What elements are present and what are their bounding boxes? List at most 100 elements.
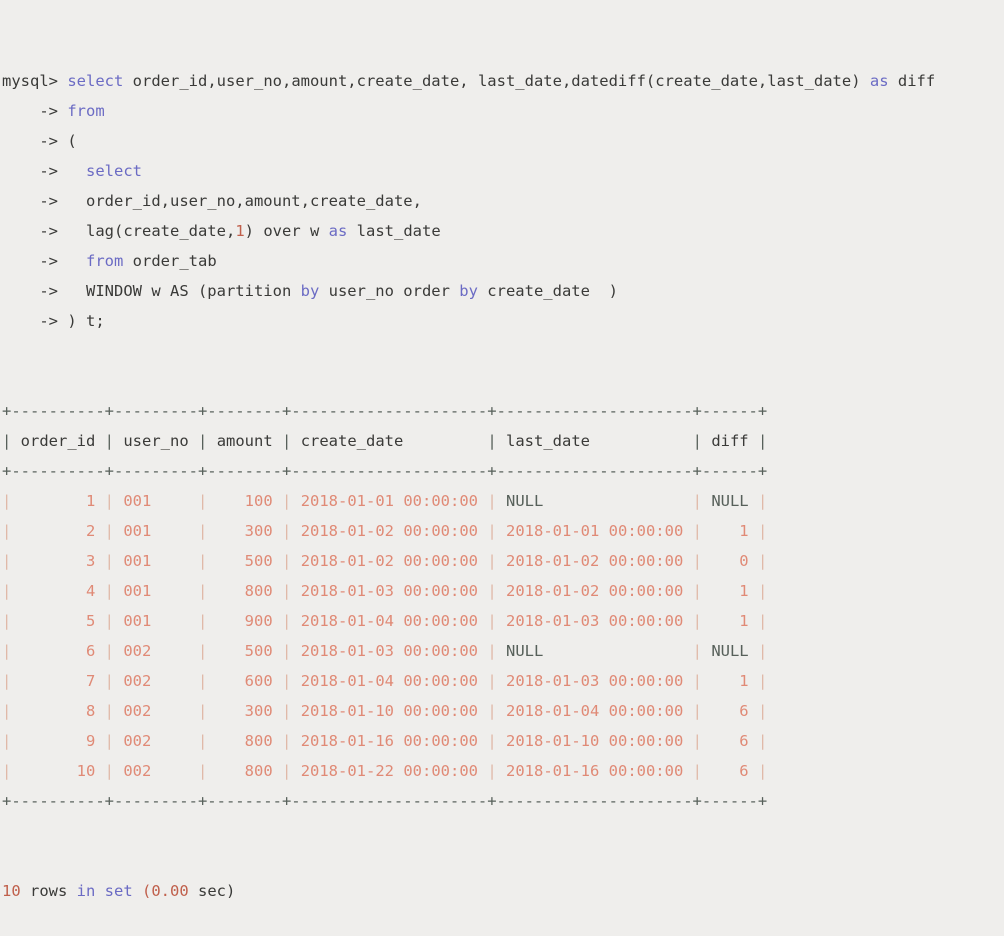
cell-last_date: 2018-01-02 00:00:00 [496, 582, 693, 600]
cell-order_id: 5 [11, 612, 105, 630]
cell-divider: | [2, 432, 12, 450]
sql-text: WINDOW w AS (partition [58, 282, 301, 300]
cell-user_no: 001 [114, 522, 199, 540]
cell-divider: | [198, 492, 208, 510]
sql-keyword: as [328, 222, 348, 240]
continuation-arrow: -> [2, 252, 58, 270]
cell-divider: | [104, 762, 115, 780]
cell-divider: | [282, 552, 292, 570]
cell-divider: | [104, 582, 115, 600]
column-header-user_no: user_no [114, 432, 199, 450]
table-row: | 7 | 002 | 600 | 2018-01-04 00:00:00 | … [2, 666, 1004, 696]
cell-divider: | [757, 702, 768, 720]
cell-divider: | [104, 642, 115, 660]
cell-create_date: 2018-01-04 00:00:00 [291, 612, 488, 630]
continuation-line: -> ( [2, 126, 1004, 156]
table-row: | 2 | 001 | 300 | 2018-01-02 00:00:00 | … [2, 516, 1004, 546]
continuation-line: -> WINDOW w AS (partition by user_no ord… [2, 276, 1004, 306]
continuation-arrow: -> [2, 282, 58, 300]
status-rows-word: rows [20, 882, 77, 900]
cell-divider: | [692, 762, 702, 780]
cell-user_no: 001 [114, 582, 199, 600]
sql-text: order_id,user_no,amount,create_date, las… [123, 72, 870, 90]
cell-order_id: 3 [11, 552, 105, 570]
cell-divider: | [198, 732, 208, 750]
cell-order_id: 4 [11, 582, 105, 600]
cell-user_no: 002 [114, 672, 199, 690]
cell-diff: NULL [701, 642, 758, 660]
cell-amount: 600 [207, 672, 283, 690]
cell-create_date: 2018-01-22 00:00:00 [291, 762, 488, 780]
sql-text: lag(create_date, [58, 222, 236, 240]
cell-divider: | [757, 582, 768, 600]
cell-divider: | [757, 672, 768, 690]
cell-divider: | [487, 432, 497, 450]
status-row-count: 10 [2, 882, 21, 900]
cell-divider: | [282, 672, 292, 690]
cell-divider: | [198, 432, 208, 450]
cell-divider: | [282, 582, 292, 600]
cell-divider: | [198, 702, 208, 720]
cell-divider: | [104, 672, 115, 690]
cell-divider: | [282, 762, 292, 780]
cell-divider: | [282, 522, 292, 540]
cell-divider: | [2, 672, 12, 690]
cell-divider: | [692, 672, 702, 690]
mysql-terminal[interactable]: mysql> select order_id,user_no,amount,cr… [0, 0, 1004, 936]
cell-last_date: 2018-01-03 00:00:00 [496, 612, 693, 630]
cell-amount: 800 [207, 732, 283, 750]
cell-divider: | [487, 492, 497, 510]
sql-number: 1 [235, 222, 245, 240]
sql-text: order_id,user_no,amount,create_date, [58, 192, 422, 210]
cell-create_date: 2018-01-10 00:00:00 [291, 702, 488, 720]
cell-divider: | [487, 702, 497, 720]
cell-create_date: 2018-01-03 00:00:00 [291, 582, 488, 600]
cell-diff: 0 [701, 552, 758, 570]
cell-amount: 800 [207, 582, 283, 600]
cell-divider: | [692, 552, 702, 570]
cell-divider: | [104, 492, 115, 510]
prompt-line: mysql> select order_id,user_no,amount,cr… [2, 66, 1004, 96]
column-header-create_date: create_date [291, 432, 488, 450]
cell-divider: | [104, 522, 115, 540]
continuation-line: -> from order_tab [2, 246, 1004, 276]
cell-last_date: 2018-01-02 00:00:00 [496, 552, 693, 570]
rows-in-set-status: 10 rows in set (0.00 sec) [2, 876, 1004, 906]
cell-divider: | [198, 642, 208, 660]
cell-divider: | [487, 612, 497, 630]
cell-last_date: 2018-01-01 00:00:00 [496, 522, 693, 540]
status-in-set: in set [76, 882, 133, 900]
column-header-order_id: order_id [11, 432, 105, 450]
column-header-diff: diff [701, 432, 758, 450]
cell-diff: 1 [701, 582, 758, 600]
sql-text: ) over w [244, 222, 329, 240]
cell-divider: | [104, 732, 115, 750]
cell-last_date: NULL [496, 642, 693, 660]
cell-last_date: 2018-01-10 00:00:00 [496, 732, 693, 750]
cell-divider: | [282, 732, 292, 750]
cell-diff: 1 [701, 522, 758, 540]
cell-order_id: 9 [11, 732, 105, 750]
cell-divider: | [692, 492, 702, 510]
sql-text: last_date [347, 222, 441, 240]
cell-last_date: 2018-01-04 00:00:00 [496, 702, 693, 720]
continuation-arrow: -> [2, 102, 58, 120]
cell-amount: 800 [207, 762, 283, 780]
table-row: | 8 | 002 | 300 | 2018-01-10 00:00:00 | … [2, 696, 1004, 726]
result-set-table: +----------+---------+--------+---------… [2, 396, 1004, 816]
cell-amount: 900 [207, 612, 283, 630]
cell-order_id: 8 [11, 702, 105, 720]
cell-divider: | [198, 552, 208, 570]
table-row: | 4 | 001 | 800 | 2018-01-03 00:00:00 | … [2, 576, 1004, 606]
cell-create_date: 2018-01-04 00:00:00 [291, 672, 488, 690]
table-rule-chars: +----------+---------+--------+---------… [2, 792, 768, 810]
cell-divider: | [757, 732, 768, 750]
table-rule-chars: +----------+---------+--------+---------… [2, 402, 768, 420]
sql-keyword: by [300, 282, 320, 300]
cell-diff: 6 [701, 762, 758, 780]
cell-last_date: 2018-01-16 00:00:00 [496, 762, 693, 780]
sql-keyword: by [459, 282, 478, 300]
sql-keyword: from [67, 102, 105, 120]
